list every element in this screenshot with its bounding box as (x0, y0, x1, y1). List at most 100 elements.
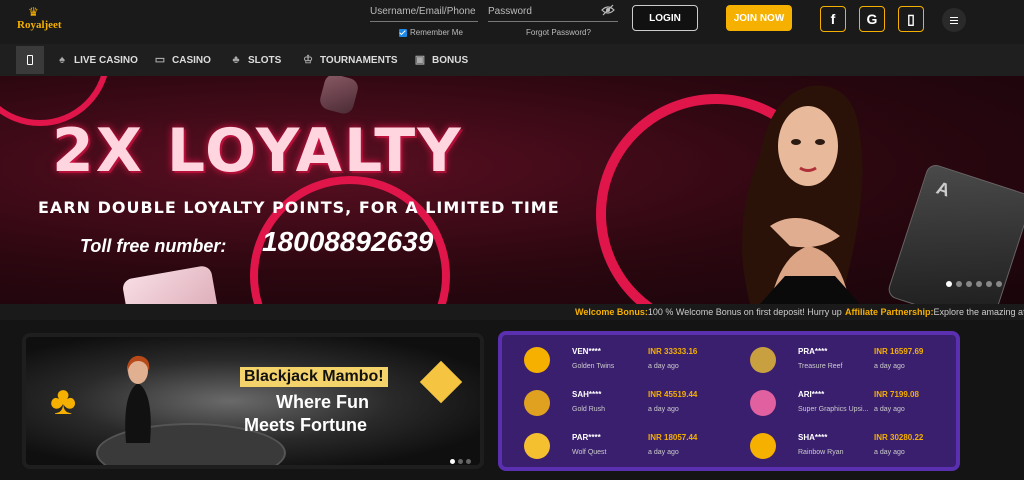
hero-subtitle: EARN DOUBLE LOYALTY POINTS, FOR A LIMITE… (38, 198, 560, 217)
nav-item-live-casino[interactable]: ♠ LIVE CASINO (56, 44, 138, 76)
nav-item-casino[interactable]: ▭ CASINO (154, 44, 211, 76)
nav-item-tournaments[interactable]: ♔ TOURNAMENTS (302, 44, 398, 76)
toll-free-label: Toll free number: (80, 236, 227, 256)
winner-row[interactable]: VEN**** Golden Twins INR 33333.16 a day … (502, 345, 722, 385)
winner-name: PRA**** (798, 347, 828, 356)
menu-button[interactable] (942, 8, 966, 32)
remember-me-checkbox[interactable]: Remember Me (399, 28, 463, 37)
winner-row[interactable]: SAH**** Gold Rush INR 45519.44 a day ago (502, 388, 722, 428)
carousel-dot[interactable] (956, 281, 962, 287)
join-now-button[interactable]: JOIN NOW (726, 5, 792, 31)
winner-amount: INR 18057.44 (648, 433, 698, 442)
winner-game: Golden Twins (572, 363, 615, 370)
winner-game: Wolf Quest (572, 449, 607, 456)
ticker-key: Affiliate Partnership: (845, 307, 934, 317)
password-input[interactable] (488, 2, 618, 22)
dice-image (317, 76, 361, 116)
promo-banner[interactable]: ♣ Blackjack Mambo! Where Fun Meets Fortu… (22, 333, 484, 469)
winner-name: PAR**** (572, 433, 601, 442)
ticker-item: Affiliate Partnership:Explore the amazin… (845, 307, 1024, 317)
phone-icon[interactable]: ▯ (898, 6, 924, 32)
carousel-dot[interactable] (946, 281, 952, 287)
wolf-quest-game-icon (524, 433, 550, 459)
recent-winners-panel: VEN**** Golden Twins INR 33333.16 a day … (498, 331, 960, 471)
promo-line: Where Fun (276, 392, 369, 412)
crown-icon: ♛ (28, 5, 39, 19)
winner-time: a day ago (874, 449, 905, 456)
winner-game: Super Graphics Upsi... (798, 406, 869, 413)
promo-carousel-dots (450, 459, 471, 464)
dice-image (121, 264, 221, 304)
gold-rush-game-icon (524, 390, 550, 416)
carousel-dot[interactable] (458, 459, 463, 464)
treasure-reef-game-icon (750, 347, 776, 373)
carousel-dot[interactable] (976, 281, 982, 287)
clubs-icon: ♣ (50, 379, 77, 423)
nav-home-button[interactable] (16, 46, 44, 74)
winner-amount: INR 33333.16 (648, 347, 698, 356)
promo-title: Blackjack Mambo! (240, 367, 388, 387)
carousel-dot[interactable] (966, 281, 972, 287)
google-icon[interactable]: G (859, 6, 885, 32)
carousel-dot[interactable] (996, 281, 1002, 287)
slots-icon: ♣ (232, 54, 240, 66)
carousel-dot[interactable] (466, 459, 471, 464)
facebook-icon[interactable]: f (820, 6, 846, 32)
username-input[interactable] (370, 2, 478, 22)
ticker-value: Explore the amazing affili (933, 307, 1024, 317)
forgot-password-link[interactable]: Forgot Password? (526, 28, 591, 37)
hero-banner[interactable]: 2X LOYALTY EARN DOUBLE LOYALTY POINTS, F… (0, 76, 1024, 304)
promo-line: Meets Fortune (244, 415, 368, 435)
announcement-ticker: Welcome Bonus:100 % Welcome Bonus on fir… (0, 304, 1024, 320)
toll-free-number: 18008892639 (262, 226, 434, 257)
ticker-item: Welcome Bonus:100 % Welcome Bonus on fir… (575, 307, 842, 317)
winner-amount: INR 30280.22 (874, 433, 924, 442)
remember-me-label: Remember Me (410, 28, 463, 37)
super-graphics-game-icon (750, 390, 776, 416)
golden-twins-game-icon (524, 347, 550, 373)
live-casino-icon: ♠ (59, 54, 65, 66)
hamburger-icon (950, 19, 958, 21)
winner-row[interactable]: PRA**** Treasure Reef INR 16597.69 a day… (728, 345, 948, 385)
winner-time: a day ago (874, 363, 905, 370)
carousel-dot[interactable] (450, 459, 455, 464)
nav-item-slots[interactable]: ♣ SLOTS (230, 44, 281, 76)
winner-amount: INR 45519.44 (648, 390, 698, 399)
gift-icon: ▣ (414, 54, 426, 66)
logo-text: Royaljeet (17, 19, 62, 31)
winner-name: ARI**** (798, 390, 825, 399)
brand-logo[interactable]: ♛ Royaljeet (14, 5, 62, 36)
ticker-key: Welcome Bonus: (575, 307, 648, 317)
winner-amount: INR 7199.08 (874, 390, 919, 399)
nav-item-bonus[interactable]: ▣ BONUS (414, 44, 468, 76)
winner-name: VEN**** (572, 347, 601, 356)
model-image (742, 85, 863, 304)
nav-label: LIVE CASINO (74, 54, 138, 66)
casino-icon: ▭ (154, 54, 166, 66)
winner-row[interactable]: PAR**** Wolf Quest INR 18057.44 a day ag… (502, 431, 722, 471)
card-rank: A (934, 177, 953, 201)
winner-row[interactable]: ARI**** Super Graphics Upsi... INR 7199.… (728, 388, 948, 428)
dealer-image (125, 355, 151, 443)
nav-label: CASINO (172, 54, 211, 66)
winner-time: a day ago (648, 406, 679, 413)
winner-name: SHA**** (798, 433, 828, 442)
main-nav: ♠ LIVE CASINO ▭ CASINO ♣ SLOTS ♔ TOURNAM… (0, 44, 1024, 76)
carousel-dot[interactable] (986, 281, 992, 287)
winner-time: a day ago (874, 406, 905, 413)
nav-label: BONUS (432, 54, 469, 66)
winner-row[interactable]: SHA**** Rainbow Ryan INR 30280.22 a day … (728, 431, 948, 471)
ticker-value: 100 % Welcome Bonus on first deposit! Hu… (647, 307, 842, 317)
mobile-icon (27, 55, 33, 65)
checkbox-checked-icon (399, 28, 407, 37)
rainbow-ryan-game-icon (750, 433, 776, 459)
login-button[interactable]: LOGIN (632, 5, 698, 31)
winner-game: Gold Rush (572, 406, 606, 413)
winner-game: Treasure Reef (798, 363, 843, 370)
top-header: ♛ Royaljeet Remember Me Forgot Password?… (0, 0, 1024, 44)
winner-amount: INR 16597.69 (874, 347, 924, 356)
winner-name: SAH**** (572, 390, 602, 399)
hide-password-icon[interactable] (601, 4, 615, 16)
nav-label: TOURNAMENTS (320, 54, 398, 66)
winner-game: Rainbow Ryan (798, 449, 844, 456)
